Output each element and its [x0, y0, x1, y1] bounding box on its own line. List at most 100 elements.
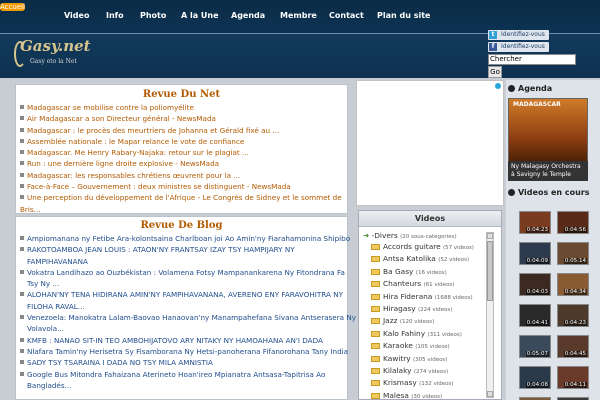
tree-category-item[interactable]: Karaoke (105 videos) — [371, 341, 450, 350]
folder-icon — [371, 380, 380, 387]
video-thumbnail[interactable]: 0:04:56 — [557, 211, 589, 234]
tree-category-item[interactable]: Hira Fiderana (1688 videos) — [371, 292, 473, 301]
nav-plan-du-site[interactable]: Plan du site — [377, 11, 430, 20]
nav-info[interactable]: Info — [106, 11, 124, 20]
list-item-label: Bangladés... — [27, 380, 72, 390]
category-count: (274 videos) — [413, 369, 449, 375]
video-duration: 0:04:56 — [563, 227, 587, 233]
search-go-button[interactable]: Go — [488, 66, 502, 78]
list-item[interactable]: Run : une dernière ligne droite explosiv… — [20, 158, 342, 169]
agenda-image-text: MADAGASCAR — [513, 101, 561, 108]
list-item[interactable]: Madagascar. Me Henry Rabary-Najaka: reto… — [20, 147, 342, 158]
folder-icon — [371, 368, 380, 374]
list-item[interactable]: Google Bus Mitondra Fahaizana Aterineto … — [20, 369, 356, 380]
list-item[interactable]: Volavola... — [20, 323, 356, 334]
scroll-down-arrow-icon[interactable] — [487, 391, 493, 397]
agenda-event-caption[interactable]: Ny Malagasy Orchestra à Savigny le Templ… — [508, 161, 588, 181]
list-item[interactable]: Venezoela: Manokatra Lalam-Baovao Hanaov… — [20, 312, 356, 323]
video-thumbnail[interactable]: 0:04:11 — [557, 366, 589, 389]
search-input[interactable]: Chercher — [488, 54, 576, 65]
list-item[interactable]: Face-à-Face – Gouvernement : deux minist… — [20, 181, 342, 192]
video-thumbnail[interactable]: 0:04:09 — [519, 242, 551, 265]
tree-category-item[interactable]: Accords guitare (57 videos) — [371, 242, 474, 251]
video-thumbnail[interactable]: 0:05:14 — [557, 242, 589, 265]
list-item[interactable]: FAMPIHAVANANA — [20, 256, 356, 267]
video-thumbnail[interactable]: 0:04:23 — [519, 211, 551, 234]
category-count: (61 videos) — [423, 282, 455, 289]
tree-category-item[interactable]: Jazz (120 videos) — [371, 316, 434, 325]
list-item-label: RAKOTOAMBOA JEAN LOUIS : ATAON'NY FRANTS… — [27, 245, 295, 255]
tree-category-item[interactable]: Kilalaky (274 videos) — [371, 366, 448, 375]
tree-root[interactable]: ➜ -Divers (20 sous-catégories) — [363, 231, 457, 240]
list-item[interactable]: Vokatra Landihazo ao Ouzbékistan : Volam… — [20, 267, 356, 278]
category-count: (16 videos) — [415, 269, 447, 276]
nav-agenda[interactable]: Agenda — [231, 11, 265, 20]
video-duration: 0:04:45 — [563, 351, 587, 357]
list-item-label: Volavola... — [27, 324, 65, 334]
list-item[interactable]: Ampiomanana ny Fetibe Ara-kolontsaina Ch… — [20, 233, 356, 244]
revue-de-blog-list: Ampiomanana ny Fetibe Ara-kolontsaina Ch… — [20, 233, 356, 391]
folder-icon — [371, 392, 380, 399]
video-thumbnail[interactable]: 0:04:45 — [557, 335, 589, 358]
video-thumbnail[interactable]: 0:04:23 — [557, 304, 589, 327]
video-thumbnail[interactable]: 0:04:08 — [519, 366, 551, 389]
category-count: (224 videos) — [417, 307, 453, 313]
nav-contact[interactable]: Contact — [329, 11, 364, 20]
adchoices-icon[interactable] — [495, 83, 501, 89]
revue-de-blog-title: Revue De Blog — [140, 220, 223, 231]
category-count: (105 videos) — [415, 344, 450, 351]
list-item[interactable]: Assemblée nationale : le Mapar relance l… — [20, 136, 342, 147]
videos-scrollbar[interactable] — [486, 232, 494, 398]
tree-category-item[interactable]: Chanteurs (61 videos) — [371, 279, 454, 288]
scroll-up-arrow-icon[interactable] — [487, 233, 493, 239]
nav-accueil[interactable]: Accueil — [0, 3, 25, 11]
list-item[interactable]: SADY TSY TSARAINA I DADA NO TSY MILA AMN… — [20, 357, 356, 368]
tree-category-item[interactable]: Hiragasy (224 videos) — [371, 304, 452, 313]
advertisement[interactable] — [356, 80, 504, 206]
category-name: Antsa Katolika — [383, 254, 436, 264]
list-item[interactable]: Nlafara Tamin'ny Herisetra Sy Fisamboran… — [20, 346, 356, 357]
agenda-event-image[interactable]: MADAGASCAR — [508, 98, 588, 168]
nav-membre[interactable]: Membre — [280, 11, 317, 20]
tree-category-item[interactable]: Kawitry (305 videos) — [371, 354, 447, 363]
video-thumbnail[interactable]: 0:04:03 — [519, 273, 551, 296]
bullet-icon — [20, 360, 24, 365]
bullet-icon — [20, 105, 24, 109]
video-thumbnail[interactable]: 0:04:41 — [519, 304, 551, 327]
list-item[interactable]: Madagascar : le procès des meurtriers de… — [20, 125, 342, 136]
list-item[interactable]: Tsy Ny ... — [20, 278, 356, 289]
revue-du-net-title: Revue Du Net — [142, 89, 221, 100]
logo-script: Gasy.net — [20, 37, 91, 55]
tree-category-item[interactable]: Krismasy (132 videos) — [371, 378, 454, 387]
list-item-continuation[interactable]: Bris... — [20, 204, 342, 215]
nav-photo[interactable]: Photo — [140, 11, 166, 20]
tree-category-item[interactable]: Kalo Fahiny (311 videos) — [371, 329, 462, 338]
list-item[interactable]: FILOHA RAVAL... — [20, 301, 356, 312]
list-item[interactable]: Air Madagascar a son Directeur général -… — [20, 113, 342, 124]
list-item[interactable]: Une perception du développement de l'Afr… — [20, 192, 342, 203]
bullet-icon — [20, 161, 24, 166]
list-item[interactable]: Madagascar: les responsables chrétiens œ… — [20, 170, 342, 181]
site-logo[interactable]: Gasy.net Gasy eto la Net — [14, 37, 98, 73]
videos-panel-title: Videos — [359, 211, 501, 227]
category-count: (52 videos) — [438, 257, 470, 264]
tree-category-item[interactable]: Ba Gasy (16 videos) — [371, 267, 447, 276]
bullet-icon — [20, 195, 24, 200]
tree-category-item[interactable]: Malesa (30 videos) — [371, 391, 442, 400]
bullet-icon — [508, 85, 515, 92]
list-item[interactable]: Madagascar se mobilise contre la poliomy… — [20, 102, 342, 113]
facebook-login-button[interactable]: f Identifiez-vous — [488, 42, 549, 52]
list-item[interactable]: ALOHAN'NY TENA HIDIRANA AMIN'NY FAMPIHAV… — [20, 289, 356, 300]
scroll-thumb[interactable] — [487, 241, 493, 301]
video-thumbnail[interactable]: 0:04:34 — [557, 273, 589, 296]
tree-category-item[interactable]: Antsa Katolika (52 videos) — [371, 254, 469, 263]
list-item[interactable]: KMFB : NANAO SIT-IN TEO AMBOHIJATOVO ARY… — [20, 335, 356, 346]
bullet-icon — [20, 172, 24, 177]
list-item[interactable]: Bangladés... — [20, 380, 356, 391]
category-count: (132 videos) — [419, 381, 454, 388]
list-item[interactable]: RAKOTOAMBOA JEAN LOUIS : ATAON'NY FRANTS… — [20, 244, 356, 255]
video-thumbnail[interactable]: 0:05:07 — [519, 335, 551, 358]
nav-video[interactable]: Video — [64, 11, 89, 20]
nav-a-la-une[interactable]: A la Une — [181, 11, 219, 20]
twitter-login-button[interactable]: t Identifiez-vous — [488, 30, 549, 40]
